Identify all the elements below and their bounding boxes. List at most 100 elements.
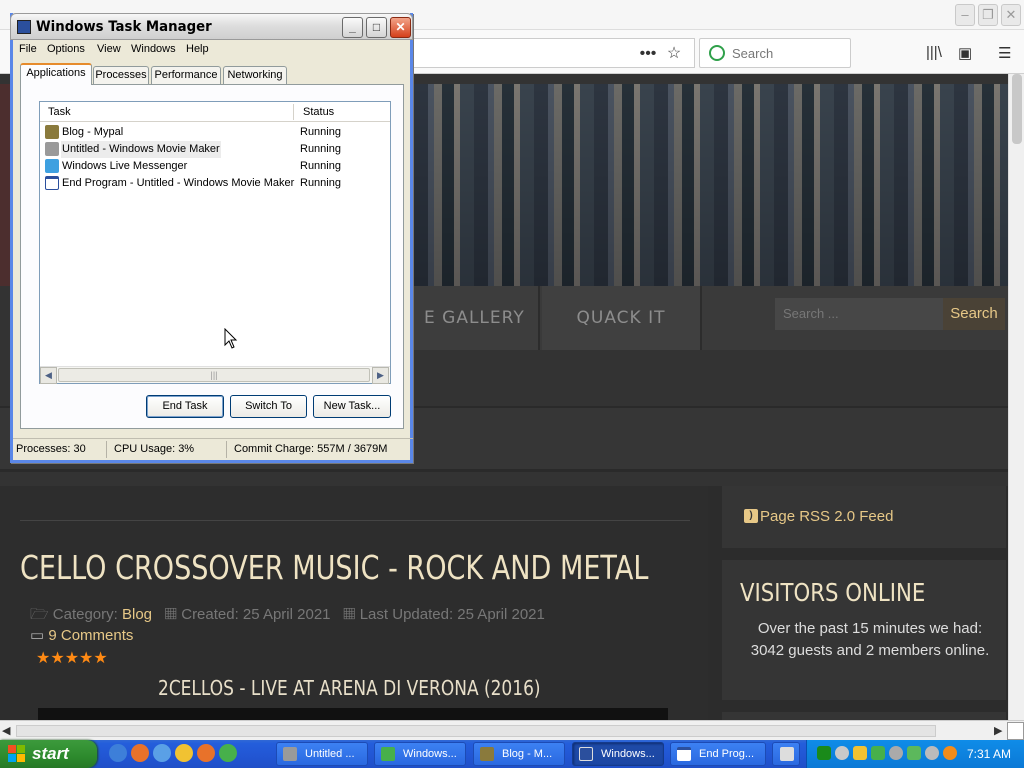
tab-applications[interactable]: Applications [20,63,92,85]
scroll-left-icon[interactable]: ◀ [2,724,10,737]
network-icon[interactable] [817,746,831,760]
system-tray: 7:31 AM [806,740,1024,768]
library-icon[interactable]: |||\ [926,44,942,61]
menu-help[interactable]: Help [186,43,209,55]
minimize-icon[interactable]: – [955,4,975,26]
ie-icon[interactable] [109,744,127,762]
start-button[interactable]: start [0,740,97,768]
scroll-right-icon[interactable]: ▶ [372,367,389,384]
browser-search-input[interactable]: Search [699,38,851,68]
status-bar: Processes: 30 CPU Usage: 3% Commit Charg… [13,438,413,460]
sidebar-icon[interactable]: ▣ [958,44,972,62]
nav-item-quack-it[interactable]: QUACK IT [542,286,702,350]
messenger-icon[interactable] [871,746,885,760]
movie-maker-icon [45,142,59,156]
new-task-button[interactable]: New Task... [313,395,391,418]
security-shield-icon[interactable] [853,746,867,760]
taskbar-item-label: Windows... [601,748,655,760]
vertical-scrollbar[interactable] [1008,74,1024,720]
visitors-module: VISITORS ONLINE Over the past 15 minutes… [722,560,1006,700]
rss-feed-link[interactable]: Page RSS 2.0 Feed [760,508,893,525]
close-icon[interactable]: ✕ [390,17,411,38]
taskbar-item-end-program[interactable]: End Prog... [670,742,766,766]
nav-item-gallery[interactable]: E GALLERY ▾ [414,286,540,392]
keyboard-icon [780,747,794,761]
search-icon[interactable] [943,746,957,760]
menu-options[interactable]: Options [47,43,85,55]
scroll-right-icon[interactable]: ▶ [994,724,1002,737]
article-column: CELLO CROSSOVER MUSIC - ROCK AND METAL 🗁… [0,486,708,720]
quick-launch [107,744,247,764]
switch-to-button[interactable]: Switch To [230,395,307,418]
task-row[interactable]: Windows Live Messenger Running [42,158,388,175]
address-bar[interactable]: ••• ☆ [410,38,695,68]
maximize-icon[interactable]: □ [366,17,387,38]
column-divider[interactable] [293,104,294,120]
safely-remove-icon[interactable] [907,746,921,760]
chat-icon[interactable] [925,746,939,760]
page-actions-icon[interactable]: ••• [638,39,658,69]
list-horizontal-scrollbar[interactable]: ◀ ||| ▶ [40,366,390,384]
rss-icon: ) [744,509,758,523]
end-task-button[interactable]: End Task [146,395,224,418]
taskbar-item-label: End Prog... [699,748,755,760]
restore-icon[interactable]: ❐ [978,4,998,26]
scroll-corner [1007,722,1024,740]
calendar-icon: ▦ [164,606,178,623]
horizontal-scrollbar[interactable]: ◀ ▶ [0,720,1024,740]
tab-processes[interactable]: Processes [93,66,149,85]
window-title: Windows Task Manager [36,19,212,35]
scrollbar-thumb[interactable]: ||| [58,368,370,382]
menu-icon[interactable]: ☰ [998,44,1011,62]
rating-stars[interactable]: ★★★★★ [36,648,108,668]
category-label: Category: [52,606,118,623]
taskbar-item-label: Windows... [403,748,457,760]
cpu-usage: CPU Usage: 3% [114,443,195,455]
column-status[interactable]: Status [303,106,334,118]
task-row[interactable]: End Program - Untitled - Windows Movie M… [42,175,388,192]
category-link[interactable]: Blog [122,606,152,623]
comments-link[interactable]: ▭ 9 Comments [30,626,133,644]
smiley-icon[interactable] [175,744,193,762]
firefox-icon[interactable] [131,744,149,762]
menu-bar: File Options View Windows Help [13,40,413,60]
task-manager-titlebar[interactable]: Windows Task Manager _ □ ✕ [10,13,413,40]
video-embed[interactable] [38,708,668,720]
clock[interactable]: 7:31 AM [967,747,1011,761]
taskbar-group-button[interactable] [772,742,800,766]
task-row[interactable]: Untitled - Windows Movie Maker Running [42,141,388,158]
status-divider [226,441,227,458]
video-title: 2CELLOS - LIVE AT ARENA DI VERONA (2016) [158,676,541,700]
task-row[interactable]: Blog - Mypal Running [42,124,388,141]
scrollbar-thumb[interactable] [16,725,936,737]
column-task[interactable]: Task [48,106,71,118]
task-manager-icon [17,20,31,34]
site-search-input[interactable]: Search ... [775,298,943,330]
task-name: Untitled - Windows Movie Maker [62,143,220,155]
task-list[interactable]: Task Status Blog - Mypal Running Untitle… [39,101,391,384]
tab-performance[interactable]: Performance [151,66,221,85]
speaker-icon[interactable] [889,746,903,760]
messenger-icon [45,159,59,173]
windows-logo-icon [8,745,26,763]
taskbar: start Untitled ... Windows... Blog - M..… [0,740,1024,768]
menu-file[interactable]: File [19,43,37,55]
scrollbar-thumb[interactable] [1012,74,1022,144]
close-icon[interactable]: ✕ [1001,4,1021,26]
messenger-icon[interactable] [219,744,237,762]
bookmark-star-icon[interactable]: ☆ [664,39,684,69]
mail-icon[interactable] [153,744,171,762]
visitors-title: VISITORS ONLINE [740,578,926,607]
taskbar-item-task-manager[interactable]: Windows... [572,742,664,766]
scroll-left-icon[interactable]: ◀ [40,367,57,384]
smiley-icon[interactable] [835,746,849,760]
menu-view[interactable]: View [97,43,121,55]
firefox-icon[interactable] [197,744,215,762]
taskbar-item-messenger[interactable]: Windows... [374,742,466,766]
tab-networking[interactable]: Networking [223,66,287,85]
taskbar-item-untitled[interactable]: Untitled ... [276,742,368,766]
minimize-icon[interactable]: _ [342,17,363,38]
taskbar-item-blog[interactable]: Blog - M... [473,742,565,766]
menu-windows[interactable]: Windows [131,43,176,55]
site-search-button[interactable]: Search [943,298,1005,330]
